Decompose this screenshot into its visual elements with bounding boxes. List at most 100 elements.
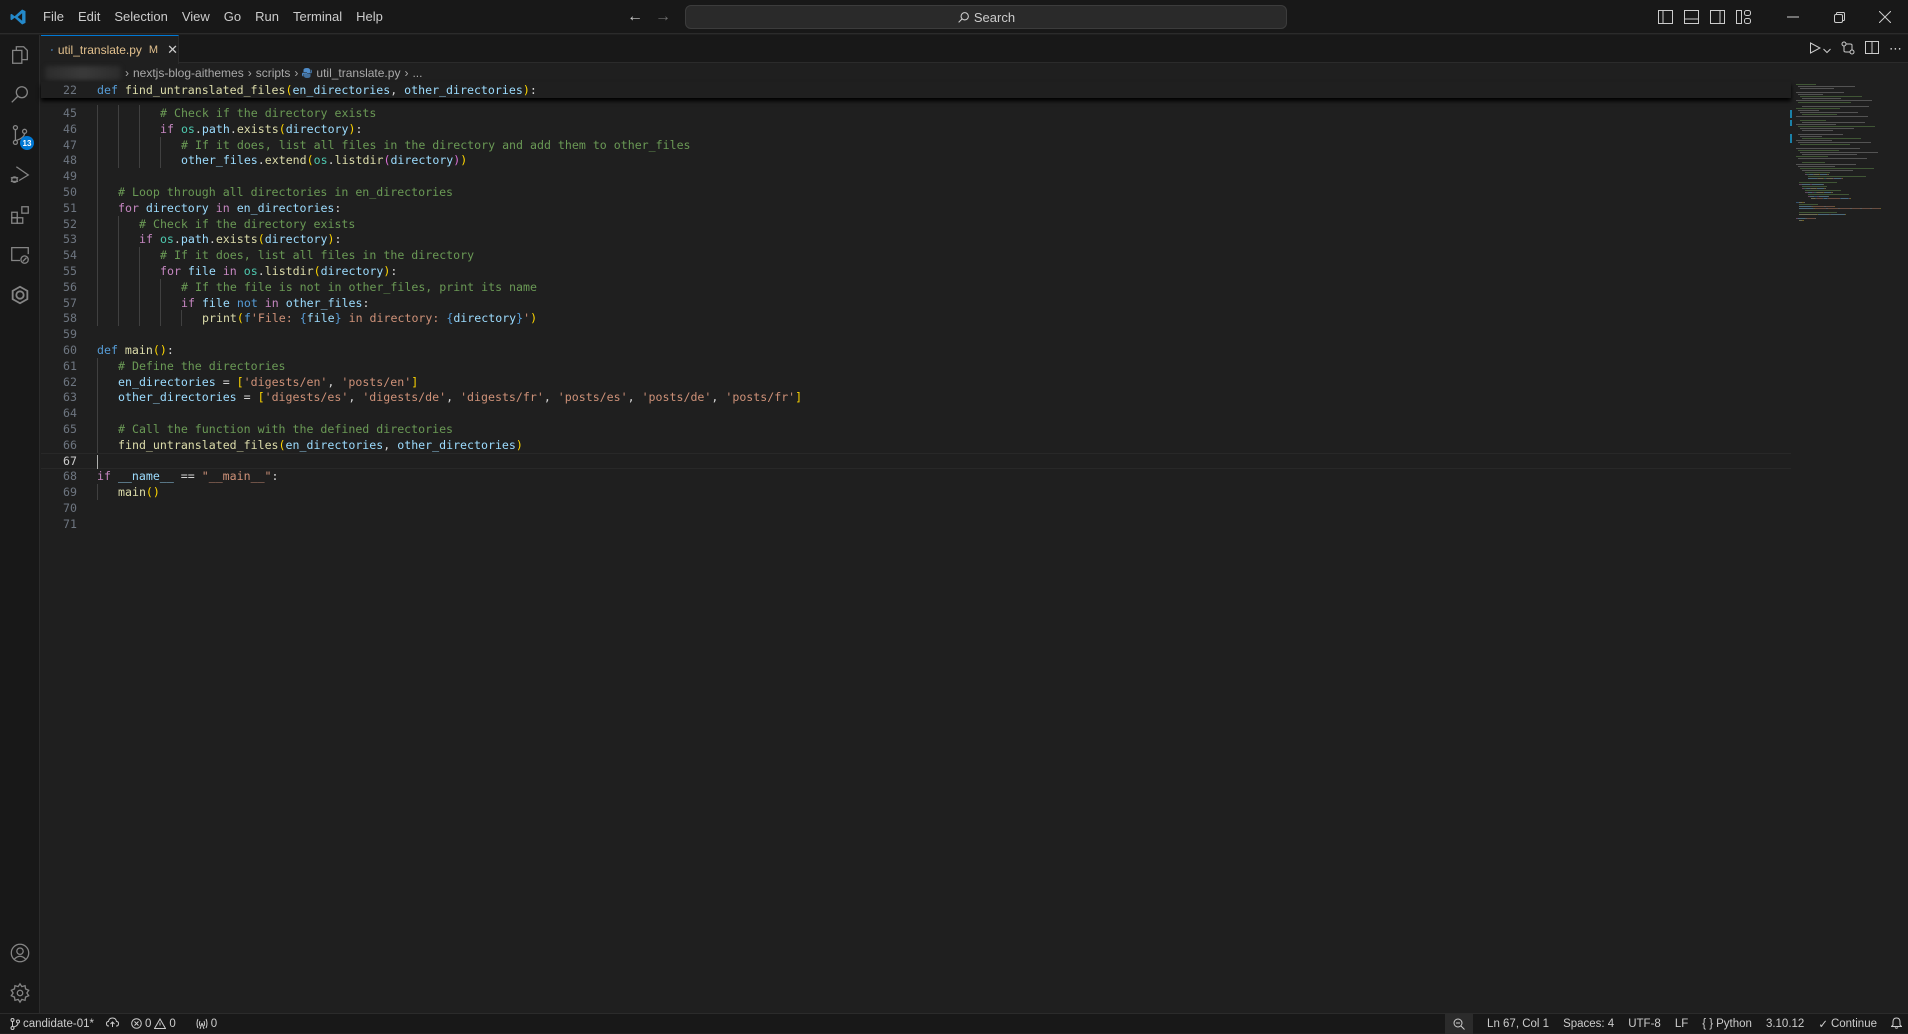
minimap-token <box>1880 208 1881 209</box>
ports-status[interactable]: 0 <box>196 1018 217 1030</box>
manage-gear-icon[interactable] <box>0 973 40 1013</box>
indent-guide <box>160 152 161 169</box>
code-line[interactable]: 47 # If it does, list all files in the di… <box>41 136 1791 153</box>
menu-view[interactable]: View <box>175 0 217 34</box>
code-token: for <box>160 264 188 278</box>
explorer-icon[interactable] <box>0 35 40 75</box>
menu-selection[interactable]: Selection <box>107 0 174 34</box>
branch-status[interactable]: candidate-01* <box>10 1017 94 1030</box>
code-line[interactable]: 54 # If it does, list all files in the di… <box>41 247 1791 264</box>
accounts-icon[interactable] <box>0 933 40 973</box>
indent-guide <box>118 310 119 327</box>
code-text: other_files.extend(os.listdir(directory)… <box>181 153 467 167</box>
minimap-token <box>1817 188 1824 189</box>
code-line[interactable]: 53 if os.path.exists(directory): <box>41 231 1791 248</box>
python-interpreter[interactable]: 3.10.12 <box>1766 1018 1804 1030</box>
code-line[interactable]: 55 for file in os.listdir(directory): <box>41 263 1791 279</box>
code-text: if os.path.exists(directory): <box>160 122 362 136</box>
code-line[interactable]: 65 # Call the function with the defined d… <box>41 421 1791 437</box>
forward-arrow-icon[interactable]: → <box>655 8 671 26</box>
notifications-bell-icon[interactable] <box>1890 1016 1903 1032</box>
back-arrow-icon[interactable]: ← <box>627 8 643 26</box>
end-of-line[interactable]: LF <box>1675 1018 1688 1030</box>
continue-status[interactable]: ✓ Continue <box>1818 1017 1877 1031</box>
code-line[interactable]: 49 <box>41 168 1791 185</box>
extensions-icon[interactable] <box>0 195 40 235</box>
code-line[interactable]: 71 <box>41 516 1791 532</box>
toggle-panel-icon[interactable] <box>1678 0 1704 34</box>
code-line[interactable]: 51 for directory in en_directories: <box>41 199 1791 216</box>
breadcrumb-item-project[interactable]: nextjs-blog-aithemes <box>133 66 244 80</box>
search-sidebar-icon[interactable] <box>0 75 40 115</box>
code-line[interactable]: 46 if os.path.exists(directory): <box>41 120 1791 137</box>
minimap[interactable] <box>1790 82 1908 242</box>
minimap-token <box>1841 198 1848 199</box>
indent-guide <box>118 278 119 295</box>
code-line[interactable]: 64 <box>41 405 1791 422</box>
menu-go[interactable]: Go <box>217 0 248 34</box>
menu-file[interactable]: File <box>36 0 71 34</box>
run-debug-icon[interactable] <box>0 155 40 195</box>
code-line[interactable]: 63 other_directories = ['digests/es', 'di… <box>41 389 1791 406</box>
code-line[interactable]: 61 # Define the directories <box>41 357 1791 374</box>
remote-explorer-icon[interactable] <box>0 235 40 275</box>
menu-edit[interactable]: Edit <box>71 0 107 34</box>
command-center-search[interactable]: Search <box>685 5 1287 29</box>
code-line[interactable]: 45 # Check if the directory exists <box>41 105 1791 121</box>
code-token: ) <box>460 153 468 168</box>
code-line[interactable]: 50 # Loop through all directories in en_d… <box>41 184 1791 200</box>
code-line[interactable]: 48 other_files.extend(os.listdir(director… <box>41 152 1791 169</box>
code-line[interactable]: 70 <box>41 500 1791 516</box>
code-line[interactable]: 68 if __name__ == "__main__": <box>41 468 1791 484</box>
cursor-position[interactable]: Ln 67, Col 1 <box>1487 1018 1549 1030</box>
publish-cloud-icon[interactable] <box>105 1017 119 1030</box>
run-options-chevron-icon[interactable] <box>1823 42 1831 57</box>
code-line[interactable]: 59 <box>41 326 1791 342</box>
code-token: , <box>543 390 558 405</box>
breadcrumb-item-file[interactable]: util_translate.py <box>316 66 400 80</box>
code-line[interactable]: 52 # Check if the directory exists <box>41 215 1791 232</box>
minimize-button[interactable] <box>1770 0 1816 34</box>
code-line[interactable]: 56 # If the file is not in other_files, p… <box>41 278 1791 295</box>
editor-tab-bar: util_translate.py M ✕ ⋯ <box>41 35 1908 64</box>
zoom-out-icon[interactable] <box>1445 1014 1474 1034</box>
tab-close-icon[interactable]: ✕ <box>167 42 178 58</box>
code-line[interactable]: 58 print(f'File: {file} in directory: {di… <box>41 310 1791 327</box>
toggle-secondary-sidebar-icon[interactable] <box>1704 0 1730 34</box>
menu-run[interactable]: Run <box>248 0 286 34</box>
close-window-button[interactable] <box>1862 0 1908 34</box>
menu-help[interactable]: Help <box>349 0 390 34</box>
code-line[interactable]: 66 find_untranslated_files(en_directories… <box>41 436 1791 453</box>
code-line[interactable]: 60 def main(): <box>41 342 1791 358</box>
indentation[interactable]: Spaces: 4 <box>1563 1018 1614 1030</box>
code-token: en_directories <box>285 437 384 452</box>
open-changes-icon[interactable] <box>1841 41 1855 58</box>
minimap-token <box>1799 204 1818 205</box>
more-actions-icon[interactable]: ⋯ <box>1889 41 1902 57</box>
extension-hex-icon[interactable] <box>0 275 40 315</box>
code-line[interactable]: 67 <box>41 452 1791 469</box>
minimap-token <box>1824 192 1831 193</box>
toggle-primary-sidebar-icon[interactable] <box>1652 0 1678 34</box>
menu-terminal[interactable]: Terminal <box>286 0 349 34</box>
code-token: . <box>173 232 181 247</box>
code-line[interactable]: 62 en_directories = ['digests/en', 'posts… <box>41 373 1791 390</box>
code-line[interactable]: 57 if file not in other_files: <box>41 294 1791 311</box>
code-editor[interactable]: 22 def find_untranslated_files(en_direct… <box>41 82 1791 1012</box>
source-control-icon[interactable]: 13 <box>0 115 40 155</box>
sticky-scroll-line[interactable]: 22 def find_untranslated_files(en_direct… <box>41 82 1791 98</box>
encoding[interactable]: UTF-8 <box>1628 1018 1661 1030</box>
problems-status[interactable]: 0 0 <box>131 1018 176 1030</box>
minimap-row <box>1800 168 1874 169</box>
breadcrumb-item-folder[interactable]: scripts <box>256 66 291 80</box>
run-python-file-icon[interactable] <box>1809 41 1822 57</box>
customize-layout-icon[interactable] <box>1730 0 1756 34</box>
restore-button[interactable] <box>1816 0 1862 34</box>
chevron-right-icon: › <box>294 66 299 80</box>
language-mode[interactable]: { } Python <box>1702 1018 1752 1030</box>
minimap-token <box>1804 202 1805 203</box>
split-editor-icon[interactable] <box>1865 41 1879 57</box>
tab-util-translate[interactable]: util_translate.py M ✕ <box>41 35 179 64</box>
breadcrumb-item-symbol[interactable]: ... <box>412 66 422 80</box>
code-line[interactable]: 69 main() <box>41 484 1791 501</box>
